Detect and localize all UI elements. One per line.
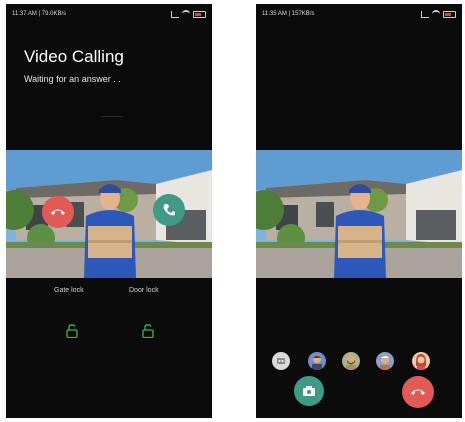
old-man-avatar-icon[interactable] xyxy=(376,352,394,370)
accept-call-button[interactable] xyxy=(153,194,185,226)
status-bar: 11:37 AM | 79.0KB/s xyxy=(12,9,206,19)
status-bar: 11:35 AM | 157KB/s xyxy=(262,9,456,19)
phone-hangup-icon xyxy=(51,209,65,215)
signal-icon xyxy=(171,10,179,18)
signal-icon xyxy=(421,10,429,18)
status-time-speed: 11:35 AM | 157KB/s xyxy=(262,11,315,17)
wifi-icon xyxy=(182,10,190,18)
status-time-speed: 11:37 AM | 79.0KB/s xyxy=(12,11,67,17)
page-title: Video Calling xyxy=(24,47,124,66)
door-lock-label: Door lock xyxy=(129,287,159,294)
phone-answer-icon xyxy=(163,204,175,216)
status-icons xyxy=(171,10,206,18)
wifi-icon xyxy=(432,10,440,18)
divider xyxy=(101,116,123,117)
gate-lock-label: Gate lock xyxy=(54,287,84,294)
camera-toggle-button[interactable] xyxy=(294,376,324,406)
battery-icon xyxy=(443,10,456,18)
hang-up-button[interactable] xyxy=(402,376,434,408)
phone-hangup-icon xyxy=(411,389,425,395)
active-call-screen: 11:35 AM | 157KB/s xyxy=(256,4,462,418)
call-status-text: Waiting for an answer . . xyxy=(24,74,121,84)
woman-avatar-icon[interactable] xyxy=(412,352,430,370)
man-avatar-icon[interactable] xyxy=(308,352,326,370)
door-lock-icon[interactable] xyxy=(142,324,154,338)
gate-lock-icon[interactable] xyxy=(66,324,78,338)
camera-icon xyxy=(303,386,315,396)
incoming-call-screen: 11:37 AM | 79.0KB/s Video Calling Waitin… xyxy=(6,4,212,418)
bearded-man-avatar-icon[interactable] xyxy=(342,352,360,370)
doorbell-camera-feed xyxy=(256,150,462,278)
reject-call-button[interactable] xyxy=(42,196,74,228)
battery-icon xyxy=(193,10,206,18)
status-icons xyxy=(421,10,456,18)
robot-avatar-icon[interactable] xyxy=(272,352,290,370)
camera-image xyxy=(256,150,462,278)
